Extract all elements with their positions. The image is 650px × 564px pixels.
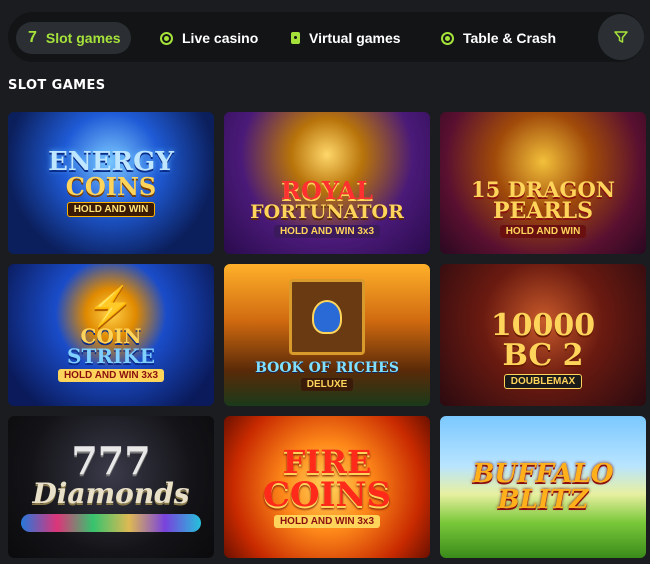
filter-icon	[614, 31, 628, 43]
game-tagline: HOLD AND WIN 3x3	[273, 515, 381, 528]
lightning-icon: ⚡	[87, 286, 135, 328]
game-subtitle: Diamonds	[32, 477, 190, 510]
live-icon	[160, 31, 173, 45]
game-tagline: HOLD AND WIN 3x3	[57, 369, 165, 382]
game-title: 10000	[490, 308, 596, 343]
tab-label: Slot games	[45, 30, 121, 46]
game-title: BUFFALO BLITZ	[472, 459, 614, 515]
tab-label: Live casino	[182, 30, 259, 46]
game-title: 777	[71, 438, 151, 483]
game-title: COIN	[80, 324, 142, 348]
game-subtitle: STRIKE	[67, 344, 155, 368]
chip-icon	[441, 31, 454, 45]
game-tile-buffalo-blitz[interactable]: BUFFALO BLITZ	[440, 416, 646, 558]
game-tile-energy-coins[interactable]: ENERGY COINS HOLD AND WIN	[8, 112, 214, 254]
game-subtitle: COINS	[262, 475, 392, 515]
game-title: FIRE	[282, 443, 372, 481]
game-title: BOOK OF RICHES	[255, 360, 399, 376]
game-tile-royal-fortunator[interactable]: ROYAL FORTUNATOR HOLD AND WIN 3x3	[224, 112, 430, 254]
game-tile-10000-bc-2[interactable]: 10000 BC 2 DOUBLEMAX	[440, 264, 646, 406]
seven-icon: 7	[28, 29, 37, 46]
game-title: ROYAL	[281, 175, 373, 205]
game-tile-book-of-riches[interactable]: BOOK OF RICHES DELUXE	[224, 264, 430, 406]
game-tagline: DOUBLEMAX	[503, 374, 583, 389]
section-title: SLOT GAMES	[8, 78, 106, 93]
tab-label: Table & Crash	[463, 30, 557, 46]
game-tile-coin-strike[interactable]: ⚡ COIN STRIKE HOLD AND WIN 3x3	[8, 264, 214, 406]
game-subtitle: PEARLS	[492, 197, 594, 224]
dice-icon	[291, 32, 300, 44]
game-subtitle: DELUXE	[300, 378, 354, 391]
tab-table-crash[interactable]: Table & Crash	[441, 22, 556, 54]
game-tagline: HOLD AND WIN 3x3	[273, 224, 381, 238]
tab-slot-games[interactable]: 7 Slot games	[16, 22, 131, 54]
filter-button[interactable]	[598, 14, 644, 60]
game-tagline: HOLD AND WIN	[66, 202, 156, 217]
game-tile-15-dragon-pearls[interactable]: 15 DRAGON PEARLS HOLD AND WIN	[440, 112, 646, 254]
game-tagline: HOLD AND WIN	[499, 224, 587, 238]
tab-label: Virtual games	[309, 30, 401, 46]
game-subtitle: FORTUNATOR	[250, 200, 404, 223]
game-subtitle: BC 2	[502, 338, 584, 373]
game-tile-fire-coins[interactable]: FIRE COINS HOLD AND WIN 3x3	[224, 416, 430, 558]
tab-virtual-games[interactable]: Virtual games	[291, 22, 401, 54]
game-title: 15 DRAGON	[471, 176, 615, 202]
gems-decoration	[21, 514, 201, 532]
game-tile-777-diamonds[interactable]: 777 Diamonds	[8, 416, 214, 558]
book-icon	[289, 279, 365, 355]
tab-live-casino[interactable]: Live casino	[160, 22, 258, 54]
game-subtitle: COINS	[65, 172, 157, 201]
